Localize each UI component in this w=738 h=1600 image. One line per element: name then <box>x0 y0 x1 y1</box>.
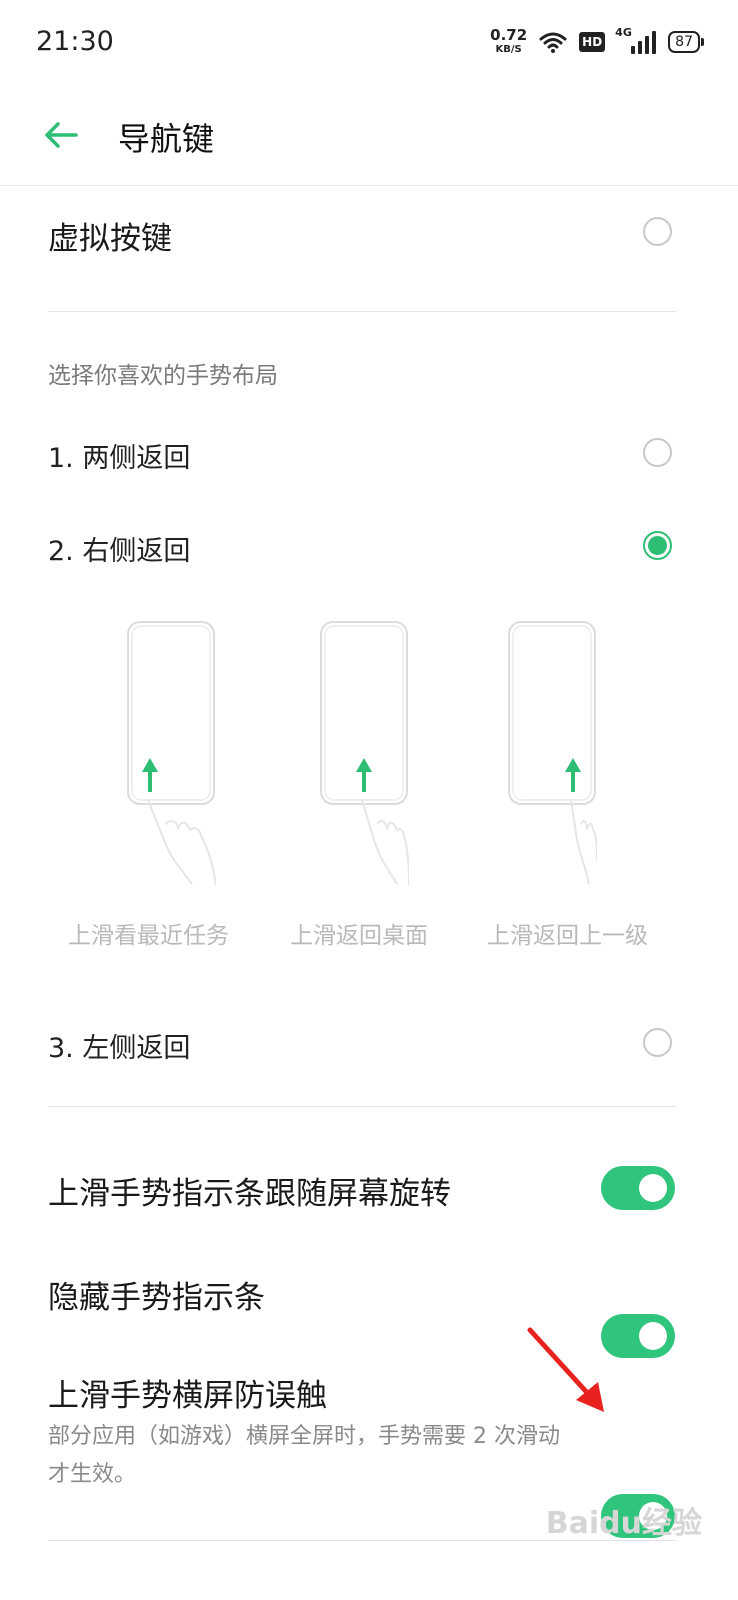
network-type: 4G <box>615 25 632 39</box>
phone-gesture-illustration <box>508 621 597 885</box>
header-divider <box>0 185 738 186</box>
annotation-arrow-icon <box>527 1327 604 1412</box>
network-speed-unit: KB/S <box>495 44 522 55</box>
status-time: 21:30 <box>36 26 114 57</box>
page-title: 导航键 <box>118 120 215 158</box>
cellular-signal-icon: 4G <box>615 26 657 54</box>
toggle-follow-rotation-label: 上滑手势指示条跟随屏幕旋转 <box>48 1176 451 1212</box>
illustration-caption: 上滑返回桌面 <box>290 923 428 949</box>
gesture-option-both-sides-radio[interactable] <box>643 438 672 467</box>
toggle-follow-rotation-switch[interactable] <box>601 1166 675 1210</box>
toggle-hide-indicator-label: 隐藏手势指示条 <box>48 1280 265 1316</box>
illustration-caption: 上滑看最近任务 <box>68 923 229 949</box>
hd-icon: HD <box>579 31 606 52</box>
status-icons: 0.72 KB/S HD 4G 87 <box>490 26 704 55</box>
gesture-option-left-side-label: 3. 左侧返回 <box>48 1033 191 1064</box>
watermark-logo: Baidu经验 <box>545 1506 702 1541</box>
toggle-landscape-mistouch-description: 部分应用（如游戏）横屏全屏时，手势需要 2 次滑动才生效。 <box>48 1424 560 1487</box>
phone-gesture-illustration <box>320 621 409 887</box>
battery-level: 87 <box>668 30 700 53</box>
gesture-option-both-sides-label: 1. 两侧返回 <box>48 443 191 474</box>
illustration-caption: 上滑返回上一级 <box>487 923 648 949</box>
virtual-keys-label: 虚拟按键 <box>48 221 172 257</box>
arrow-left-icon <box>45 122 78 148</box>
network-speed: 0.72 KB/S <box>490 28 527 55</box>
gesture-option-right-side-label: 2. 右侧返回 <box>48 536 191 567</box>
virtual-keys-radio[interactable] <box>643 217 672 246</box>
toggle-landscape-mistouch-label: 上滑手势横屏防误触 <box>48 1378 327 1414</box>
divider <box>48 311 676 312</box>
back-button[interactable] <box>40 110 90 160</box>
battery-icon: 87 <box>668 30 704 53</box>
wifi-icon <box>539 32 567 53</box>
network-speed-value: 0.72 <box>490 26 528 44</box>
gesture-option-left-side-radio[interactable] <box>643 1028 672 1057</box>
divider <box>48 1106 676 1107</box>
gesture-section-hint: 选择你喜欢的手势布局 <box>48 363 278 389</box>
gesture-option-right-side-radio[interactable] <box>643 531 672 560</box>
phone-gesture-illustration <box>127 621 216 887</box>
